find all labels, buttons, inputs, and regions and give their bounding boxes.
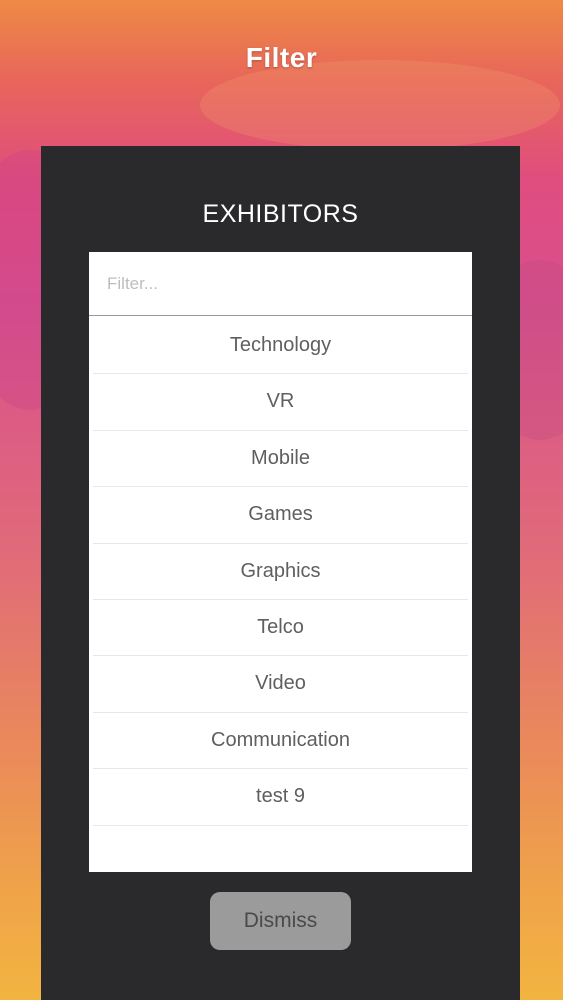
list-item[interactable]: Communication [93, 713, 468, 770]
dialog-title: EXHIBITORS [202, 200, 359, 228]
list-item[interactable]: Mobile [93, 431, 468, 488]
page-title: Filter [245, 42, 318, 73]
list-item[interactable]: test 9 [93, 769, 468, 826]
list-item[interactable]: Video [93, 656, 468, 713]
list-item[interactable]: Graphics [93, 544, 468, 600]
filter-input[interactable] [89, 252, 472, 316]
category-list: Technology VR Mobile Games Graphics Telc… [89, 318, 472, 826]
list-item[interactable]: VR [93, 374, 468, 431]
list-item[interactable]: Technology [93, 318, 468, 375]
dismiss-button[interactable]: Dismiss [210, 892, 351, 950]
category-list-panel: Technology VR Mobile Games Graphics Telc… [89, 252, 472, 872]
list-item[interactable]: Games [93, 487, 468, 544]
list-item[interactable]: Telco [93, 600, 468, 657]
